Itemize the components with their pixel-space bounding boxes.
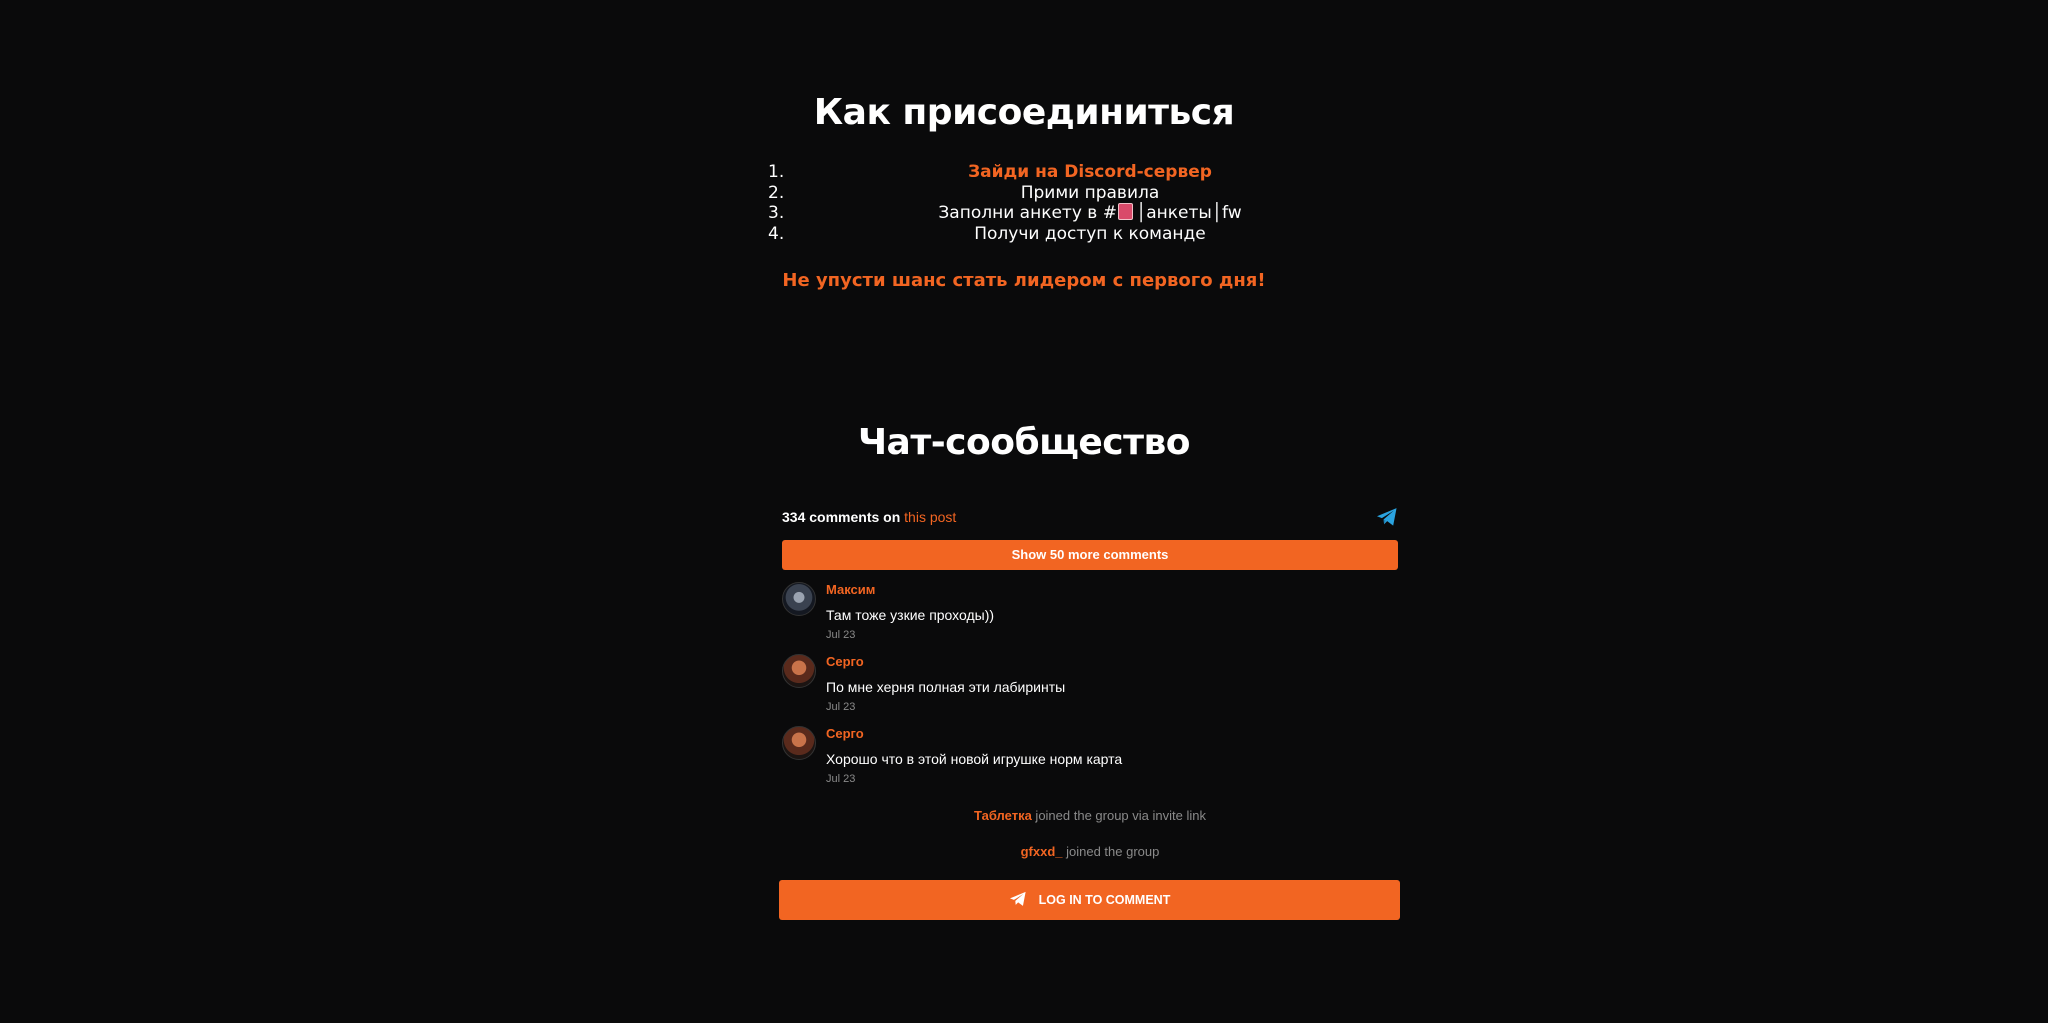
- avatar[interactable]: [782, 582, 816, 616]
- post-link[interactable]: this post: [904, 509, 956, 525]
- avatar[interactable]: [782, 654, 816, 688]
- step-number: 4.: [768, 223, 785, 244]
- join-step-2: 2. Прими правила: [760, 183, 1420, 204]
- join-section: Как присоединиться: [624, 92, 1424, 133]
- comment-text: Хорошо что в этой новой игрушке норм кар…: [826, 751, 1123, 767]
- step-number: 1.: [768, 162, 785, 182]
- service-message: Таблетка joined the group via invite lin…: [780, 798, 1400, 834]
- chat-section: Чат-сообщество: [624, 422, 1424, 463]
- step-text: Получи доступ к команде: [974, 223, 1206, 244]
- comment-date[interactable]: Jul 23: [826, 628, 1400, 642]
- log-in-to-comment-button[interactable]: LOG IN TO COMMENT: [779, 880, 1400, 920]
- service-action: joined the group: [1062, 844, 1160, 859]
- comment-date[interactable]: Jul 23: [826, 772, 1400, 786]
- service-action: joined the group via invite link: [1031, 808, 1206, 823]
- step-number: 2.: [768, 182, 785, 203]
- chat-title: Чат-сообщество: [857, 422, 1191, 463]
- telegram-plane-icon: [1009, 891, 1026, 906]
- log-in-label: LOG IN TO COMMENT: [1038, 893, 1171, 907]
- step-text-after: │анкеты│fw: [1135, 203, 1242, 223]
- comment-item: Серго Хорошо что в этой новой игрушке но…: [780, 726, 1400, 798]
- join-tagline: Не упусти шанс стать лидером с первого д…: [782, 270, 1266, 291]
- avatar[interactable]: [782, 726, 816, 760]
- comment-text: Там тоже узкие проходы)): [826, 607, 995, 623]
- step-number: 3.: [768, 203, 785, 223]
- service-user[interactable]: gfxxd_: [1021, 844, 1063, 859]
- comment-author[interactable]: Серго: [826, 654, 1400, 670]
- comments-widget: 334 comments on this post Show 50 more c…: [780, 500, 1400, 870]
- page: Как присоединиться 1. Зайди на Discord-с…: [0, 0, 2048, 1023]
- join-steps-list: 1. Зайди на Discord-сервер 2. Прими прав…: [760, 162, 1420, 244]
- join-title: Как присоединиться: [813, 92, 1235, 133]
- comment-item: Максим Там тоже узкие проходы)) Jul 23: [780, 582, 1400, 654]
- join-step-3: 3. Заполни анкету в # │анкеты│fw: [760, 203, 1420, 224]
- comment-item: Серго По мне херня полная эти лабиринты …: [780, 654, 1400, 726]
- comment-author[interactable]: Максим: [826, 582, 1400, 598]
- join-step-4: 4. Получи доступ к команде: [760, 224, 1420, 245]
- service-message: gfxxd_ joined the group: [780, 834, 1400, 870]
- telegram-icon[interactable]: [1376, 507, 1398, 527]
- discord-server-link[interactable]: Зайди на Discord-сервер: [968, 162, 1212, 182]
- comment-author[interactable]: Серго: [826, 726, 1400, 742]
- join-step-1: 1. Зайди на Discord-сервер: [760, 162, 1420, 183]
- show-more-comments-button[interactable]: Show 50 more comments: [782, 540, 1398, 570]
- step-text-before: Заполни анкету в #: [938, 203, 1117, 223]
- step-text: Прими правила: [1020, 182, 1160, 203]
- card-emoji-icon: [1117, 203, 1133, 220]
- comments-header: 334 comments on this post: [780, 500, 1400, 534]
- comment-text: По мне херня полная эти лабиринты: [826, 679, 1066, 695]
- comments-count: 334 comments on: [782, 509, 905, 525]
- comment-date[interactable]: Jul 23: [826, 700, 1400, 714]
- service-user[interactable]: Таблетка: [974, 808, 1032, 823]
